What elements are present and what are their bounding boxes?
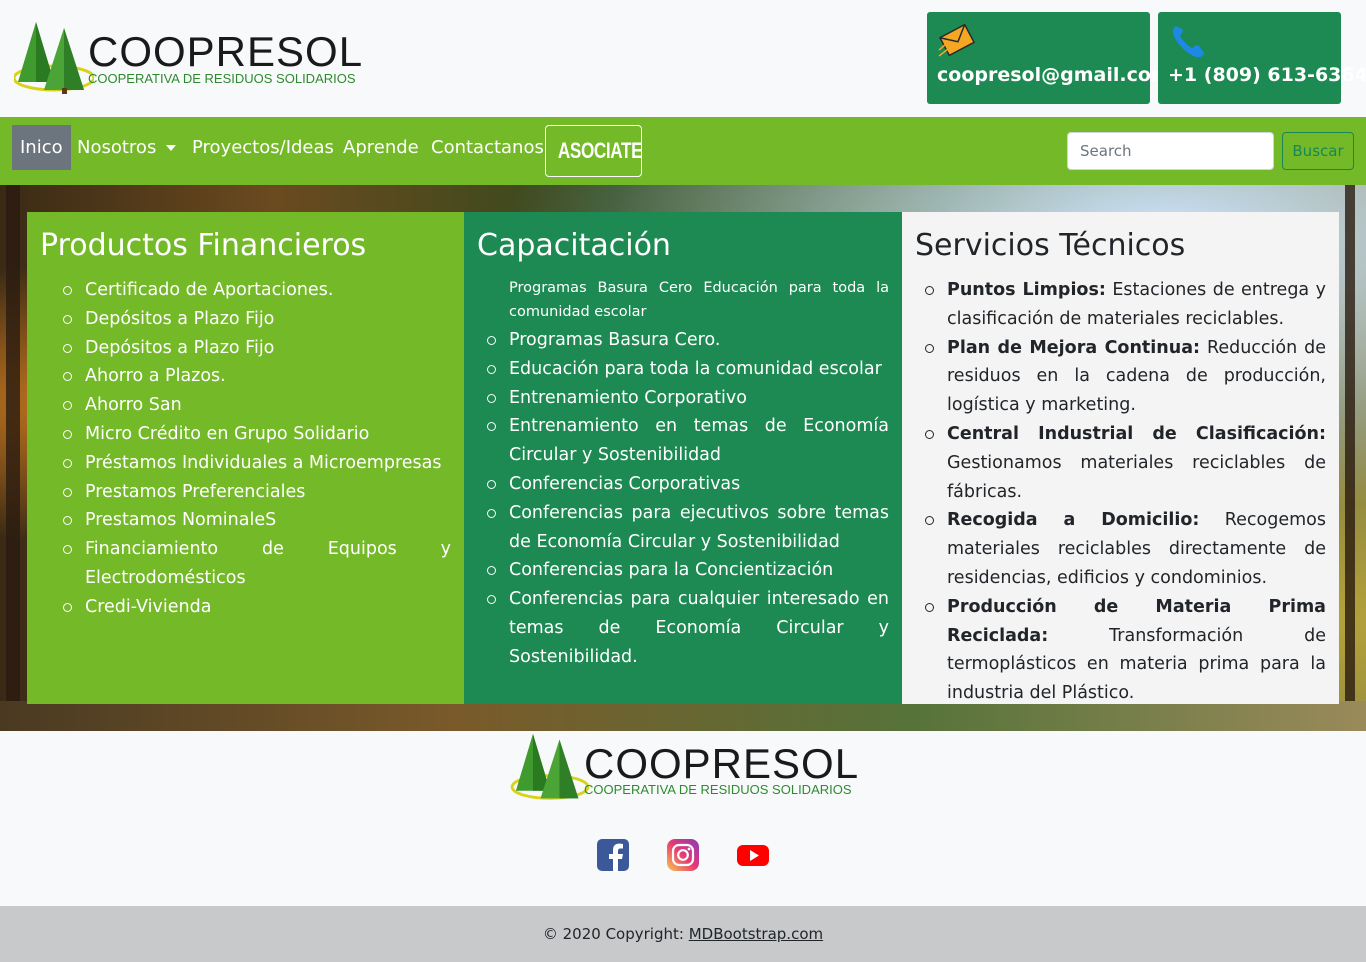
list-item: Entrenamiento Corporativo [487,384,889,413]
facebook-icon[interactable] [596,838,630,872]
list-item: Central Industrial de Clasificación: Ges… [925,420,1326,506]
main-navbar: Inico Nosotros Proyectos/Ideas Aprende C… [0,117,1366,185]
list-item: Préstamos Individuales a Microempresas [63,449,451,478]
training-title: Capacitación [477,228,671,263]
training-intro: Programas Basura Cero Educación para tod… [509,280,889,320]
footer-brand-tagline: COOPERATIVA DE RESIDUOS SOLIDARIOS [584,782,852,797]
financial-products-list: Certificado de Aportaciones. Depósitos a… [40,276,451,622]
service-term: Central Industrial de Clasificación: [947,423,1326,444]
list-item: Depósitos a Plazo Fijo [63,334,451,363]
technical-services-panel: Servicios Técnicos Puntos Limpios: Estac… [902,212,1339,704]
email-contact-box[interactable]: coopresol@gmail.com [927,12,1171,104]
brand-tagline: COOPERATIVA DE RESIDUOS SOLIDARIOS [88,71,356,86]
list-item: Prestamos Preferenciales [63,478,451,507]
financial-products-title: Productos Financieros [40,228,367,263]
youtube-icon[interactable] [736,838,770,872]
copyright-link[interactable]: MDBootstrap.com [689,925,823,943]
list-item: Certificado de Aportaciones. [63,276,451,305]
list-item: Entrenamiento en temas de Economía Circu… [487,412,889,470]
footer-brand-logo[interactable]: COOPRESOL COOPERATIVA DE RESIDUOS SOLIDA… [510,732,860,804]
list-item: Ahorro San [63,391,451,420]
phone-contact-box[interactable]: +1 (809) 613-6364 [1158,12,1366,104]
phone-icon [1173,26,1204,58]
asociate-button[interactable]: ASOCIATE [545,125,643,177]
list-item: Prestamos NominaleS [63,506,451,535]
nav-item-aprende[interactable]: Aprende [343,125,419,170]
nav-item-nosotros-label: Nosotros [77,137,157,158]
list-item: Financiamiento de Equipos y Electrodomés… [63,535,451,593]
tree-trunk-decor [6,185,20,731]
service-term: Puntos Limpios: [947,280,1106,300]
nav-item-nosotros[interactable]: Nosotros [77,125,177,170]
search-button[interactable]: Buscar [1282,132,1354,170]
list-item: Plan de Mejora Continua: Reducción de re… [925,334,1326,420]
list-item: Micro Crédito en Grupo Solidario [63,420,451,449]
list-item: Depósitos a Plazo Fijo [63,305,451,334]
list-item: Ahorro a Plazos. [63,362,451,391]
search-input[interactable] [1067,132,1274,170]
nav-item-inicio[interactable]: Inico [12,125,71,170]
list-item: Conferencias para ejecutivos sobre temas… [487,499,889,557]
list-item: Educación para toda la comunidad escolar [487,355,889,384]
list-item: Conferencias Corporativas [487,470,889,499]
footer-brand-name: COOPRESOL [584,740,860,787]
service-desc: Gestionamos materiales reciclables de fá… [947,452,1326,502]
training-list: Programas Basura Cero. Educación para to… [477,326,889,672]
hero-section: Productos Financieros Certificado de Apo… [0,185,1366,731]
brand-logo[interactable]: COOPRESOL COOPERATIVA DE RESIDUOS SOLIDA… [14,20,364,96]
service-term: Recogida a Domicilio: [947,510,1200,531]
training-panel: Capacitación Programas Basura Cero Educa… [464,212,902,704]
tree-logo-icon [14,22,94,94]
phone-text: +1 (809) 613-6364 [1168,64,1366,86]
list-item: Conferencias para cualquier interesado e… [487,585,889,671]
brand-name: COOPRESOL [88,28,364,75]
nav-item-proyectos[interactable]: Proyectos/Ideas [192,125,334,170]
nav-item-contactanos[interactable]: Contactanos [431,125,544,170]
service-term: Plan de Mejora Continua: [947,337,1201,358]
list-item: Recogida a Domicilio: Recogemos material… [925,506,1326,592]
list-item: Credi-Vivienda [63,593,451,622]
technical-services-list: Puntos Limpios: Estaciones de entrega y … [915,276,1326,708]
copyright-bar: © 2020 Copyright: MDBootstrap.com [0,906,1366,962]
copyright-text: © 2020 Copyright: [542,925,689,943]
list-item: Programas Basura Cero. [487,326,889,355]
envelope-icon [938,23,976,57]
tree-trunk-decor [1345,185,1355,731]
list-item: Puntos Limpios: Estaciones de entrega y … [925,276,1326,334]
chevron-down-icon [166,145,177,151]
list-item: Producción de Materia Prima Reciclada: T… [925,593,1326,708]
list-item: Conferencias para la Concientización [487,556,889,585]
technical-services-title: Servicios Técnicos [915,228,1186,263]
tree-logo-icon [510,733,590,800]
instagram-icon[interactable] [666,838,700,872]
financial-products-panel: Productos Financieros Certificado de Apo… [27,212,464,704]
asociate-label: ASOCIATE [557,138,643,163]
site-header: COOPRESOL COOPERATIVA DE RESIDUOS SOLIDA… [0,0,1366,117]
email-text: coopresol@gmail.com [937,64,1171,86]
